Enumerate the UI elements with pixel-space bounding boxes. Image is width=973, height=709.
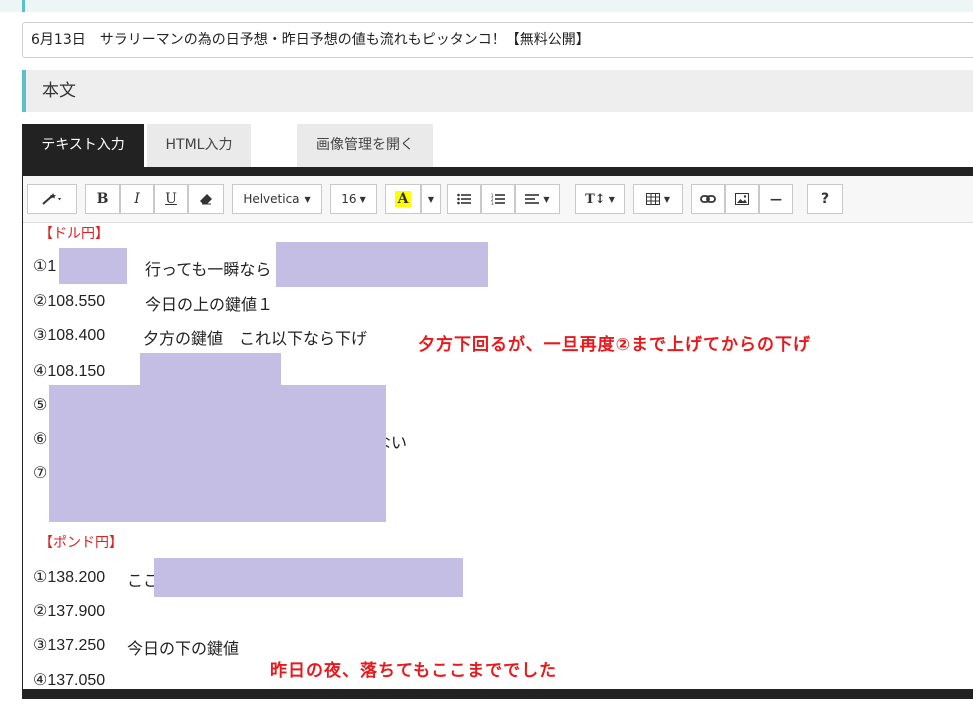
usd-line-5-num: ⑤ — [33, 397, 48, 414]
redaction-mask — [140, 353, 281, 387]
chevron-down-icon: ▼ — [543, 194, 550, 204]
help-icon: ? — [820, 191, 830, 207]
italic-label: I — [134, 191, 140, 207]
usd-line-4-num: ④108.150 — [33, 363, 106, 380]
bold-button[interactable]: B — [85, 184, 120, 214]
chevron-down-icon: ▼ — [359, 194, 366, 204]
horizontal-rule-button[interactable]: — — [759, 184, 793, 214]
table-dropdown[interactable]: ▼ — [633, 184, 683, 214]
magic-wand-icon — [42, 193, 61, 205]
chevron-down-icon: ▼ — [304, 194, 311, 204]
usd-line-1-num: ①1 — [33, 258, 57, 275]
chevron-down-icon: ▼ — [427, 194, 435, 204]
gbp-annotation: 昨日の夜、落ちてもここまででした — [270, 661, 558, 681]
chevron-down-icon: ▼ — [663, 194, 671, 204]
usd-annotation: 夕方下回るが、一旦再度②まで上げてからの下げ — [418, 335, 812, 355]
font-family-dropdown[interactable]: Helvetica ▼ — [232, 184, 322, 214]
list-unordered-icon — [457, 193, 471, 205]
gbp-line-1-num: ①138.200 — [33, 569, 106, 586]
gbp-line-3-text: 今日の下の鍵値 — [127, 641, 240, 658]
editor-toolbar: B I U Helvetica ▼ 16 ▼ A ▼ 1 2 3 ▼ T↕ ▼ … — [23, 176, 973, 223]
redaction-mask — [49, 385, 386, 522]
usd-line-6-num: ⑥ — [33, 431, 48, 448]
help-button[interactable]: ? — [807, 184, 843, 214]
gbp-line-4-num: ④137.050 — [33, 672, 106, 689]
underline-label: U — [165, 191, 177, 207]
gbp-line-3-num: ③137.250 — [33, 637, 106, 654]
align-icon — [525, 194, 540, 204]
gbp-line-2-num: ②137.900 — [33, 603, 106, 620]
unordered-list-button[interactable] — [447, 184, 481, 214]
table-icon — [645, 193, 660, 205]
open-image-manager-button[interactable]: 画像管理を開く — [297, 124, 433, 168]
usd-line-3-text: 夕方の鍵値 これ以下なら下げ — [143, 331, 368, 348]
horizontal-rule-icon: — — [770, 192, 782, 206]
redaction-mask — [59, 248, 127, 284]
insert-image-button[interactable] — [725, 184, 759, 214]
rich-text-editor[interactable]: B I U Helvetica ▼ 16 ▼ A ▼ 1 2 3 ▼ T↕ ▼ … — [23, 176, 973, 689]
image-icon — [735, 193, 749, 205]
chevron-down-icon: ▼ — [608, 194, 615, 204]
font-family-value: Helvetica — [243, 192, 300, 206]
underline-button[interactable]: U — [154, 184, 188, 214]
clear-format-button[interactable] — [188, 184, 224, 214]
paragraph-align-dropdown[interactable]: ▼ — [515, 184, 560, 214]
highlight-icon: A — [394, 191, 412, 207]
section-heading: 本文 — [22, 70, 973, 112]
eraser-icon — [200, 194, 212, 205]
usd-line-3-num: ③108.400 — [33, 327, 106, 344]
section-heading-label: 本文 — [42, 81, 76, 101]
tab-text-input[interactable]: テキスト入力 — [22, 124, 144, 168]
insert-link-button[interactable] — [691, 184, 725, 214]
usd-section-header: 【ドル円】 — [39, 225, 109, 241]
redaction-mask — [154, 558, 463, 597]
editor-content[interactable]: 【ドル円】 ①1 行っても一瞬なら ②108.550 今日の上の鍵値１ ③108… — [23, 222, 973, 689]
tab-html-input[interactable]: HTML入力 — [147, 124, 251, 168]
text-height-icon: T↕ — [585, 191, 606, 207]
list-ordered-icon: 1 2 3 — [491, 193, 505, 205]
accent-marker — [22, 0, 25, 12]
usd-line-1: ①1 — [33, 256, 56, 276]
svg-text:3: 3 — [491, 201, 494, 205]
font-size-value: 16 — [341, 192, 357, 206]
usd-line-2-text: 今日の上の鍵値１ — [145, 297, 274, 314]
gbp-section-header: 【ポンド円】 — [39, 534, 123, 550]
top-strip — [0, 0, 973, 12]
redaction-mask — [276, 242, 488, 287]
italic-button[interactable]: I — [120, 184, 154, 214]
bold-label: B — [96, 191, 109, 207]
link-icon — [700, 195, 716, 203]
font-size-dropdown[interactable]: 16 ▼ — [330, 184, 377, 214]
highlight-color-button[interactable]: A — [385, 184, 421, 214]
magic-wand-dropdown[interactable] — [27, 184, 77, 214]
usd-line-7-num: ⑦ — [33, 465, 48, 482]
ordered-list-button[interactable]: 1 2 3 — [481, 184, 515, 214]
highlight-color-dropdown[interactable]: ▼ — [421, 184, 441, 214]
usd-line-2-num: ②108.550 — [33, 293, 106, 310]
usd-line-1-text: 行っても一瞬なら — [145, 262, 272, 279]
article-title-input[interactable]: 6月13日 サラリーマンの為の日予想・昨日予想の値も流れもピッタンコ！【無料公開… — [22, 22, 973, 58]
line-height-dropdown[interactable]: T↕ ▼ — [575, 184, 625, 214]
